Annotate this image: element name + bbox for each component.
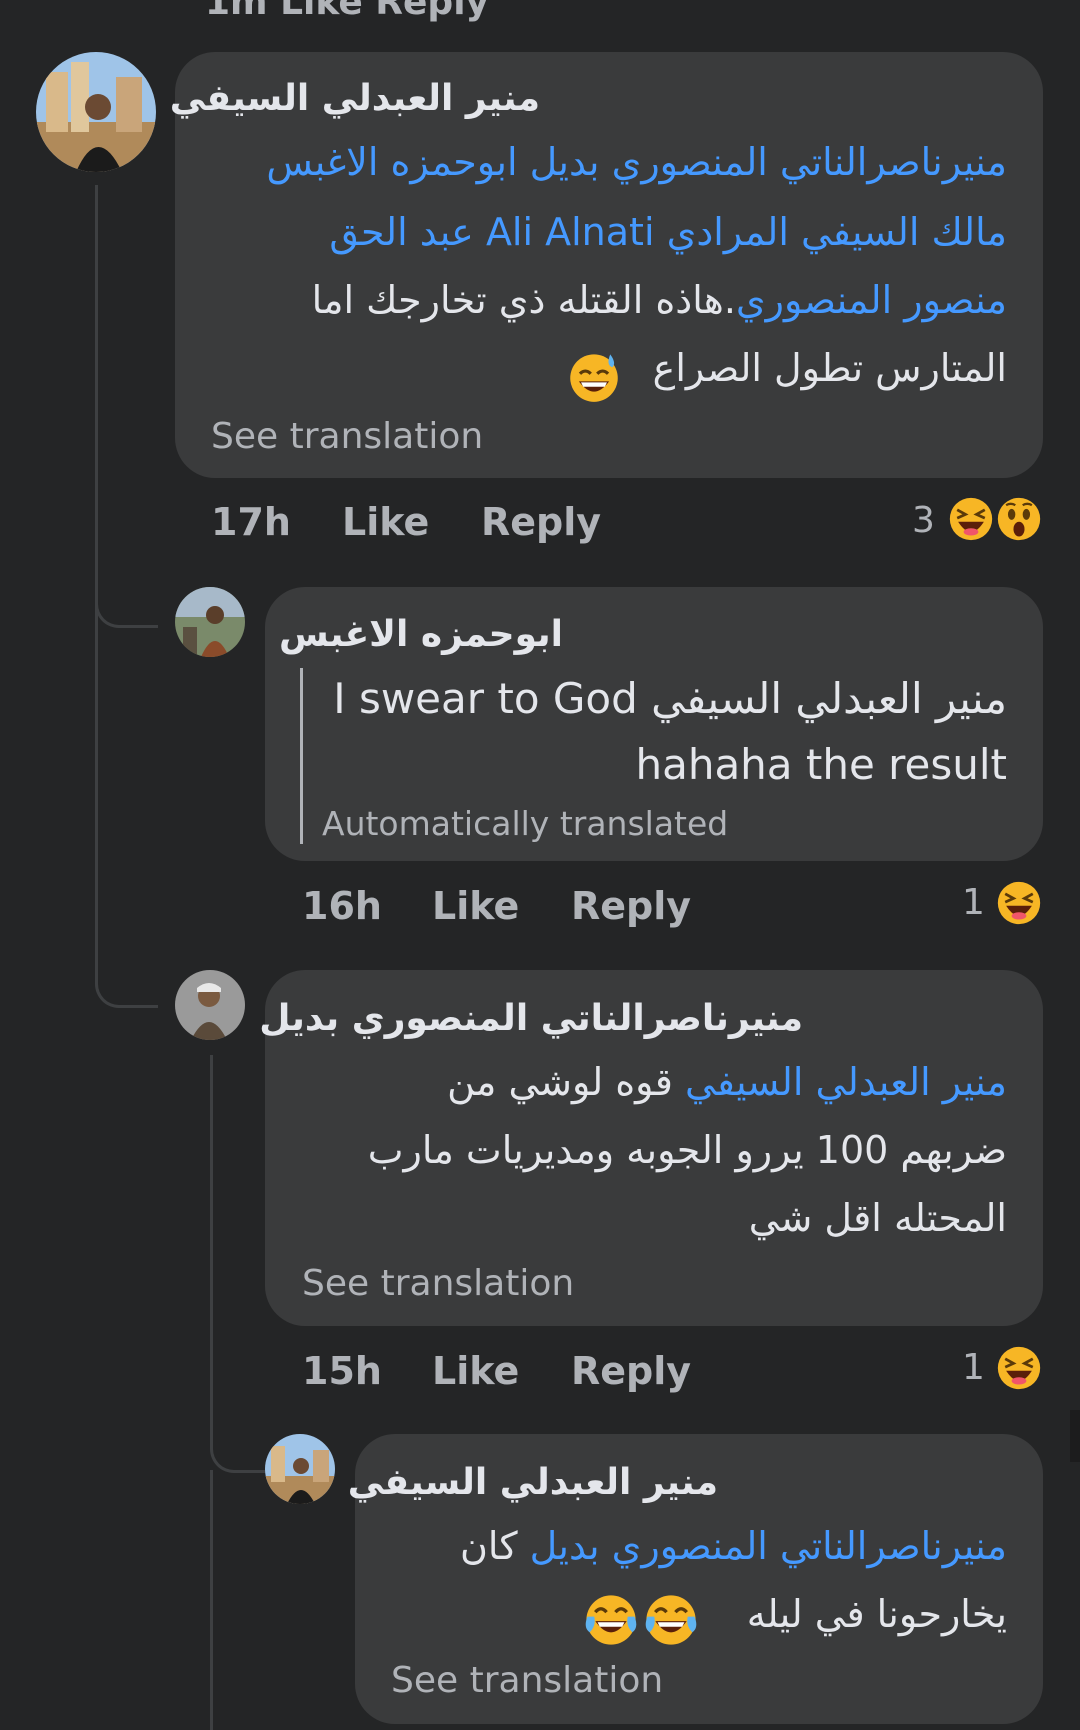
thread-line-main-2: [95, 600, 158, 1008]
comment-author[interactable]: منير العبدلي السيفي: [348, 1462, 718, 1503]
comment-text-line: المتارس تطول الصراع: [653, 346, 1007, 390]
comment-time[interactable]: 15h: [302, 1349, 382, 1393]
see-translation-link[interactable]: See translation: [211, 416, 483, 457]
reaction-count[interactable]: 1: [962, 882, 985, 923]
comment-time[interactable]: 16h: [302, 884, 382, 928]
comment-text: hahaha the result: [635, 740, 1007, 789]
like-button[interactable]: Like: [432, 884, 519, 928]
comment-text-line: I swear to God منير العبدلي السيفي: [333, 674, 1007, 723]
comment-text-line: منيرناصرالناتي المنصوري بديل ابوحمزه الا…: [266, 140, 1007, 184]
mention-link[interactable]: عبد الحق: [329, 210, 474, 254]
comment-text-line: منيرناصرالناتي المنصوري بديل كان: [460, 1524, 1007, 1568]
comment-text-line: منير العبدلي السيفي قوه لوشي من: [447, 1060, 1007, 1104]
scrollbar-thumb[interactable]: [1070, 1410, 1080, 1462]
comment-author[interactable]: منيرناصرالناتي المنصوري بديل: [259, 998, 803, 1039]
thread-line-sub-continue: [210, 1470, 213, 1730]
previous-comment-meta: 1m Like Reply: [205, 0, 490, 23]
comment-text-line: hahaha the result: [635, 740, 1007, 789]
laughing-emoji-icon[interactable]: [948, 496, 994, 542]
comment-text: .هاذه القتله ذي تخارجك اما: [311, 278, 736, 322]
translation-quote-bar: [300, 668, 303, 844]
comment-author[interactable]: منير العبدلي السيفي: [170, 78, 540, 119]
thread-line-main: [95, 185, 158, 628]
reaction-count[interactable]: 1: [962, 1347, 985, 1388]
mention-link[interactable]: منيرناصرالناتي المنصوري بديل: [530, 1524, 1007, 1568]
like-button[interactable]: Like: [342, 500, 429, 544]
wow-emoji-icon[interactable]: [996, 496, 1042, 542]
comment-text-line: مالك السيفي المرادي Ali Alnati عبد الحق: [329, 210, 1007, 254]
comment-text-line: منصور المنصوري.هاذه القتله ذي تخارجك اما: [312, 278, 1007, 322]
comment-text-line: يخارحونا في ليله: [747, 1592, 1007, 1636]
avatar[interactable]: [175, 970, 245, 1040]
mention-link[interactable]: منيرناصرالناتي المنصوري بديل ابوحمزه الا…: [266, 140, 1007, 184]
avatar[interactable]: [36, 52, 156, 172]
mention-link[interactable]: Ali Alnati: [486, 210, 655, 254]
avatar[interactable]: [175, 587, 245, 657]
comment-text: يخارحونا في ليله: [746, 1592, 1007, 1636]
comment-text: المحتله اقل شي: [748, 1196, 1007, 1240]
laughing-emoji-icon[interactable]: [996, 880, 1042, 926]
mention-link[interactable]: منصور المنصوري: [736, 278, 1007, 322]
tears-of-joy-emoji-icon: [643, 1592, 699, 1648]
comment-text-line: المحتله اقل شي: [749, 1196, 1007, 1240]
mention-link[interactable]: منير العبدلي السيفي: [685, 1060, 1007, 1104]
avatar[interactable]: [265, 1434, 335, 1504]
comment-author[interactable]: ابوحمزه الاغبس: [279, 614, 563, 655]
see-translation-link[interactable]: See translation: [302, 1263, 574, 1304]
comment-text: قوه لوشي من: [447, 1060, 673, 1104]
comment-text: ضربهم 100 يررو الجوبه ومديريات مارب: [367, 1128, 1007, 1172]
grinning-sweat-emoji-icon: [567, 350, 621, 404]
like-button[interactable]: Like: [432, 1349, 519, 1393]
reaction-count[interactable]: 3: [912, 500, 935, 541]
comment-text: I swear to God: [333, 674, 638, 723]
auto-translated-label[interactable]: Automatically translated: [322, 804, 728, 843]
reply-button[interactable]: Reply: [481, 500, 601, 544]
comment-time[interactable]: 17h: [211, 500, 291, 544]
comment-text-line: ضربهم 100 يررو الجوبه ومديريات مارب: [368, 1128, 1007, 1172]
comment-text: كان: [459, 1524, 518, 1568]
reply-button[interactable]: Reply: [571, 884, 691, 928]
see-translation-link[interactable]: See translation: [391, 1660, 663, 1701]
laughing-emoji-icon[interactable]: [996, 1345, 1042, 1391]
comment-text: منير العبدلي السيفي: [651, 674, 1007, 723]
reply-button[interactable]: Reply: [571, 1349, 691, 1393]
comment-text: المتارس تطول الصراع: [652, 346, 1007, 390]
tears-of-joy-emoji-icon: [583, 1592, 639, 1648]
mention-link[interactable]: مالك السيفي المرادي: [667, 210, 1007, 254]
thread-line-sub: [210, 1055, 265, 1473]
